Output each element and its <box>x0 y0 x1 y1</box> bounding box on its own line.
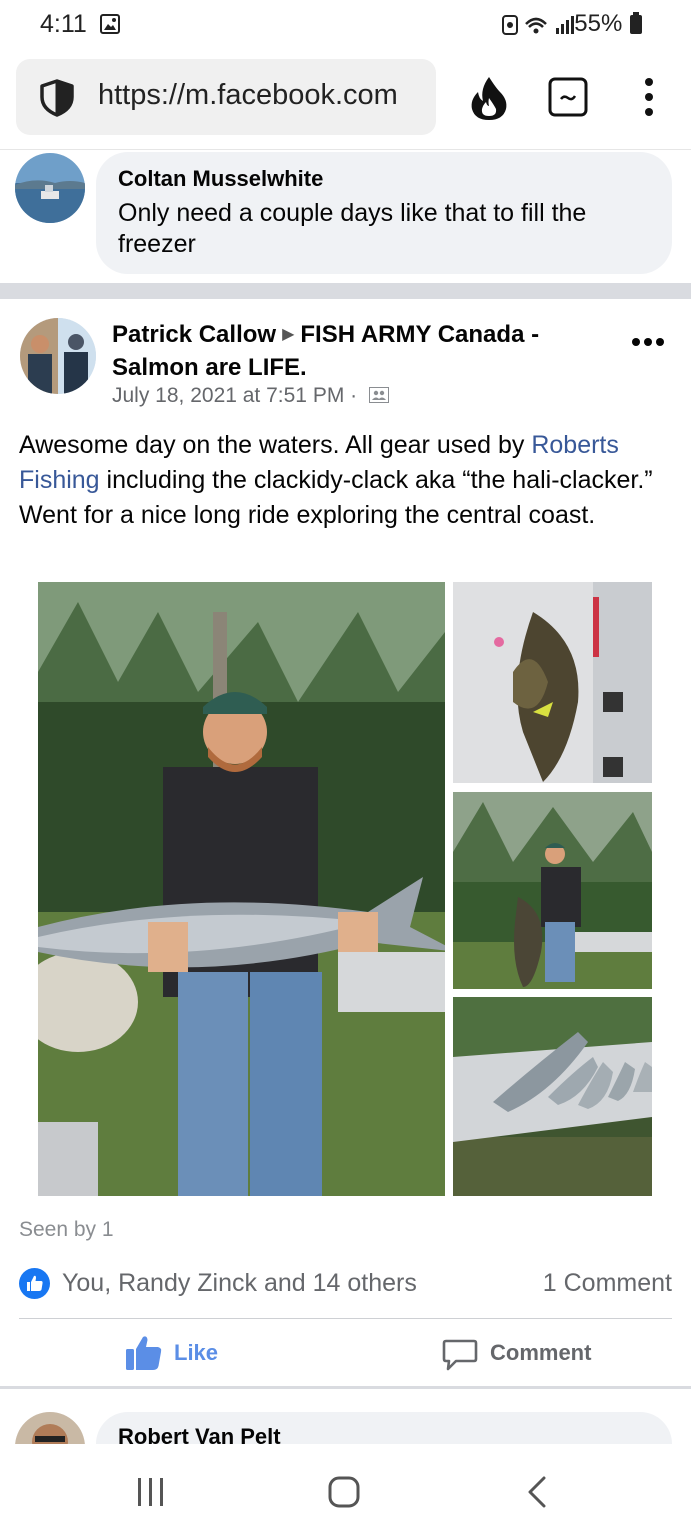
battery-text: 55% <box>574 10 643 38</box>
url-text[interactable]: https://m.facebook.com <box>98 79 428 112</box>
post-photo-main[interactable] <box>38 582 445 1196</box>
section-divider <box>0 1386 691 1389</box>
tab-switcher-icon[interactable] <box>548 77 588 117</box>
shield-icon[interactable] <box>36 78 78 118</box>
status-bar: 4:11 55% <box>0 0 691 50</box>
like-button-label: Like <box>174 1340 219 1365</box>
like-button[interactable]: Like <box>120 1330 320 1376</box>
battery-icon <box>630 12 642 34</box>
comment-button-label: Comment <box>490 1340 592 1365</box>
status-icons <box>502 15 574 35</box>
post-photo-halibut[interactable] <box>453 582 652 783</box>
home-icon[interactable] <box>328 1476 360 1508</box>
gallery-notification-icon <box>100 14 120 34</box>
post-timestamp[interactable]: July 18, 2021 at 7:51 PM <box>112 384 344 407</box>
like-reaction-icon[interactable] <box>19 1268 50 1299</box>
post-more-options-icon[interactable] <box>631 336 665 348</box>
url-bar[interactable]: https://m.facebook.com <box>16 59 436 135</box>
meta-separator: · <box>350 384 358 407</box>
system-nav-bar <box>0 1444 691 1536</box>
comment-author[interactable]: Coltan Musselwhite <box>118 166 650 192</box>
status-time: 4:11 <box>40 10 87 38</box>
post-photo-salmon-table[interactable] <box>453 997 652 1196</box>
back-icon[interactable] <box>526 1476 548 1508</box>
browser-toolbar: https://m.facebook.com <box>0 50 691 150</box>
actions-divider <box>19 1318 672 1319</box>
comment-text: Only need a couple days like that to fil… <box>118 199 587 258</box>
post-author-name[interactable]: Patrick Callow <box>112 321 276 348</box>
comments-count[interactable]: 1 Comment <box>543 1269 672 1298</box>
reactions-row: You, Randy Zinck and 14 others 1 Comment <box>19 1266 672 1302</box>
post-meta: July 18, 2021 at 7:51 PM · <box>112 384 389 408</box>
post-author-line: Patrick Callow ▶ FISH ARMY Canada - Salmon… <box>112 318 592 384</box>
post-text-part: Awesome day on the waters. All gear used… <box>19 431 532 459</box>
recents-icon[interactable] <box>136 1478 166 1506</box>
caret-right-icon: ▶ <box>282 326 295 343</box>
comment-bubble: Coltan Musselwhite Only need a couple da… <box>96 152 672 274</box>
reactions-text[interactable]: You, Randy Zinck and 14 others <box>62 1269 417 1298</box>
section-divider <box>0 283 691 299</box>
post-author-avatar[interactable] <box>20 318 96 394</box>
post-text-part: including the clackidy-clack aka “the ha… <box>19 466 653 529</box>
group-audience-icon <box>369 387 389 403</box>
thumbs-up-icon <box>126 1336 162 1370</box>
comment-button[interactable]: Comment <box>440 1330 640 1376</box>
post-photo-man-with-halibut[interactable] <box>453 792 652 989</box>
seen-by[interactable]: Seen by 1 <box>19 1218 114 1242</box>
flame-icon[interactable] <box>466 74 512 122</box>
post-text: Awesome day on the waters. All gear used… <box>19 428 674 533</box>
avatar[interactable] <box>15 153 85 223</box>
overflow-menu-icon[interactable] <box>635 75 663 119</box>
comment-bubble-icon <box>442 1339 478 1371</box>
